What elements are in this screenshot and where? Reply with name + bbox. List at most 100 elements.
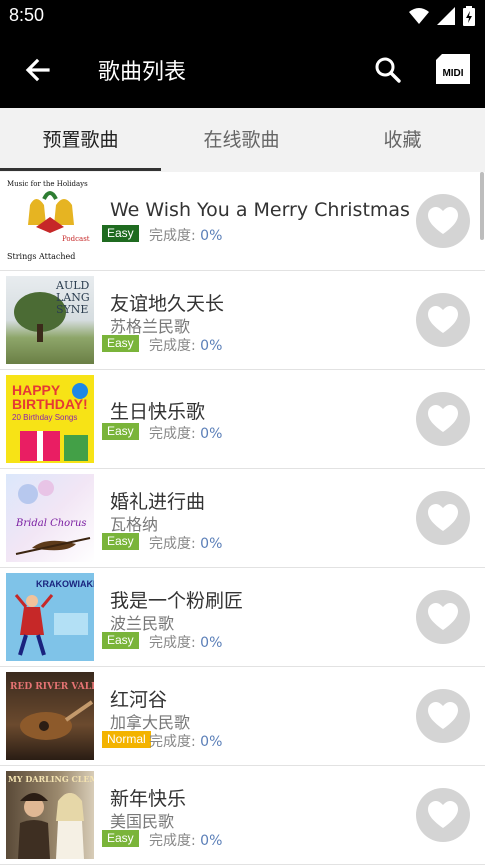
song-title: 我是一个粉刷匠 [110,590,244,612]
scrollbar-thumb[interactable] [480,172,484,240]
app-toolbar: 歌曲列表 MIDI [0,32,485,108]
favorite-button[interactable] [416,590,470,644]
progress-label: 完成度: [149,338,196,354]
song-list: Music for the Holidays Podcast Strings A… [0,172,485,865]
tab-favorites[interactable]: 收藏 [322,108,483,172]
arrow-back-icon [25,58,50,82]
difficulty-badge: Easy [102,225,139,242]
progress-text: 完成度: 0% [149,632,222,652]
cover-text: KRAKOWIAKI [36,579,94,589]
song-artist: 波兰民歌 [110,614,175,633]
progress-text: 完成度: 0% [149,830,222,850]
midi-file-icon: MIDI [436,54,470,84]
cover-text: Bridal Chorus [16,518,87,529]
heart-icon [428,405,458,432]
progress-text: 完成度: 0% [149,225,222,245]
difficulty-badge: Easy [102,533,139,550]
song-title: 红河谷 [110,689,168,711]
tab-bar: 预置歌曲 在线歌曲 收藏 [0,108,485,172]
album-cover: RED RIVER VALLEY [6,672,94,760]
status-icons [409,6,475,26]
progress-label: 完成度: [149,734,196,750]
tab-online-songs[interactable]: 在线歌曲 [161,108,322,172]
progress-text: 完成度: 0% [149,423,222,443]
cover-text: Strings Attached [7,252,76,261]
song-title: 新年快乐 [110,788,187,810]
status-bar: 8:50 [0,0,485,32]
favorite-button[interactable] [416,293,470,347]
midi-button[interactable]: MIDI [436,54,470,84]
signal-icon [437,7,455,25]
album-cover: KRAKOWIAKI [6,573,94,661]
difficulty-badge: Easy [102,423,139,440]
progress-value: 0% [200,228,223,244]
cover-text: RED RIVER VALLEY [10,682,94,692]
favorite-button[interactable] [416,194,470,248]
song-row[interactable]: Bridal Chorus 婚礼进行曲 瓦格纳 Easy 完成度: 0% [0,469,485,568]
album-cover: Music for the Holidays Podcast Strings A… [6,177,94,265]
progress-text: 完成度: 0% [149,533,222,553]
tab-indicator [0,168,161,171]
song-row[interactable]: AULD LANG SYNE 友谊地久天长 苏格兰民歌 Easy 完成度: 0% [0,271,485,370]
heart-icon [428,306,458,333]
favorite-button[interactable] [416,491,470,545]
song-artist: 瓦格纳 [110,515,159,534]
difficulty-badge: Easy [102,335,139,352]
song-row[interactable]: KRAKOWIAKI 我是一个粉刷匠 波兰民歌 Easy 完成度: 0% [0,568,485,667]
heart-icon [428,702,458,729]
favorite-button[interactable] [416,689,470,743]
progress-label: 完成度: [149,426,196,442]
heart-icon [428,801,458,828]
heart-icon [428,207,458,234]
progress-value: 0% [200,338,223,354]
favorite-button[interactable] [416,788,470,842]
difficulty-badge: Easy [102,632,139,649]
heart-icon [428,603,458,630]
portrait-icon [18,793,84,859]
album-cover: AULD LANG SYNE [6,276,94,364]
progress-label: 完成度: [149,635,196,651]
progress-label: 完成度: [149,536,196,552]
song-title: We Wish You a Merry Christmas [110,199,410,221]
difficulty-badge: Normal [102,731,151,748]
song-artist: 加拿大民歌 [110,713,191,732]
song-title: 生日快乐歌 [110,401,206,423]
progress-value: 0% [200,426,223,442]
progress-label: 完成度: [149,228,196,244]
wifi-icon [409,8,429,24]
difficulty-badge: Easy [102,830,139,847]
song-row[interactable]: Music for the Holidays Podcast Strings A… [0,172,485,271]
song-row[interactable]: RED RIVER VALLEY 红河谷 加拿大民歌 Normal 完成度: 0… [0,667,485,766]
back-button[interactable] [22,54,54,86]
song-artist: 苏格兰民歌 [110,317,191,336]
midi-label: MIDI [442,68,463,79]
battery-icon [463,6,475,26]
cover-text: AULD LANG SYNE [56,279,90,316]
song-row[interactable]: MY DARLING CLEMENTINE 新年快乐 美国民歌 Easy 完成度… [0,766,485,865]
cover-text: Music for the Holidays [7,180,88,188]
search-icon [375,57,401,83]
favorite-button[interactable] [416,392,470,446]
album-cover: HAPPY BIRTHDAY! 20 Birthday Songs [6,375,94,463]
cover-text: 20 Birthday Songs [12,413,78,422]
album-cover: Bridal Chorus [6,474,94,562]
status-time: 8:50 [9,5,45,25]
progress-value: 0% [200,635,223,651]
heart-icon [428,504,458,531]
progress-value: 0% [200,833,223,849]
progress-value: 0% [200,734,223,750]
cover-text: HAPPY BIRTHDAY! [12,382,88,412]
progress-value: 0% [200,536,223,552]
song-title: 友谊地久天长 [110,293,225,315]
progress-text: 完成度: 0% [149,335,222,355]
page-title: 歌曲列表 [98,60,187,85]
cover-text: Podcast [62,235,90,243]
song-row[interactable]: HAPPY BIRTHDAY! 20 Birthday Songs 生日快乐歌 … [0,370,485,469]
tab-preset-songs[interactable]: 预置歌曲 [0,108,161,172]
song-artist: 美国民歌 [110,812,175,831]
search-button[interactable] [372,54,404,86]
progress-text: 完成度: 0% [149,731,222,751]
progress-label: 完成度: [149,833,196,849]
cover-text: MY DARLING CLEMENTINE [8,774,94,784]
song-title: 婚礼进行曲 [110,491,206,513]
